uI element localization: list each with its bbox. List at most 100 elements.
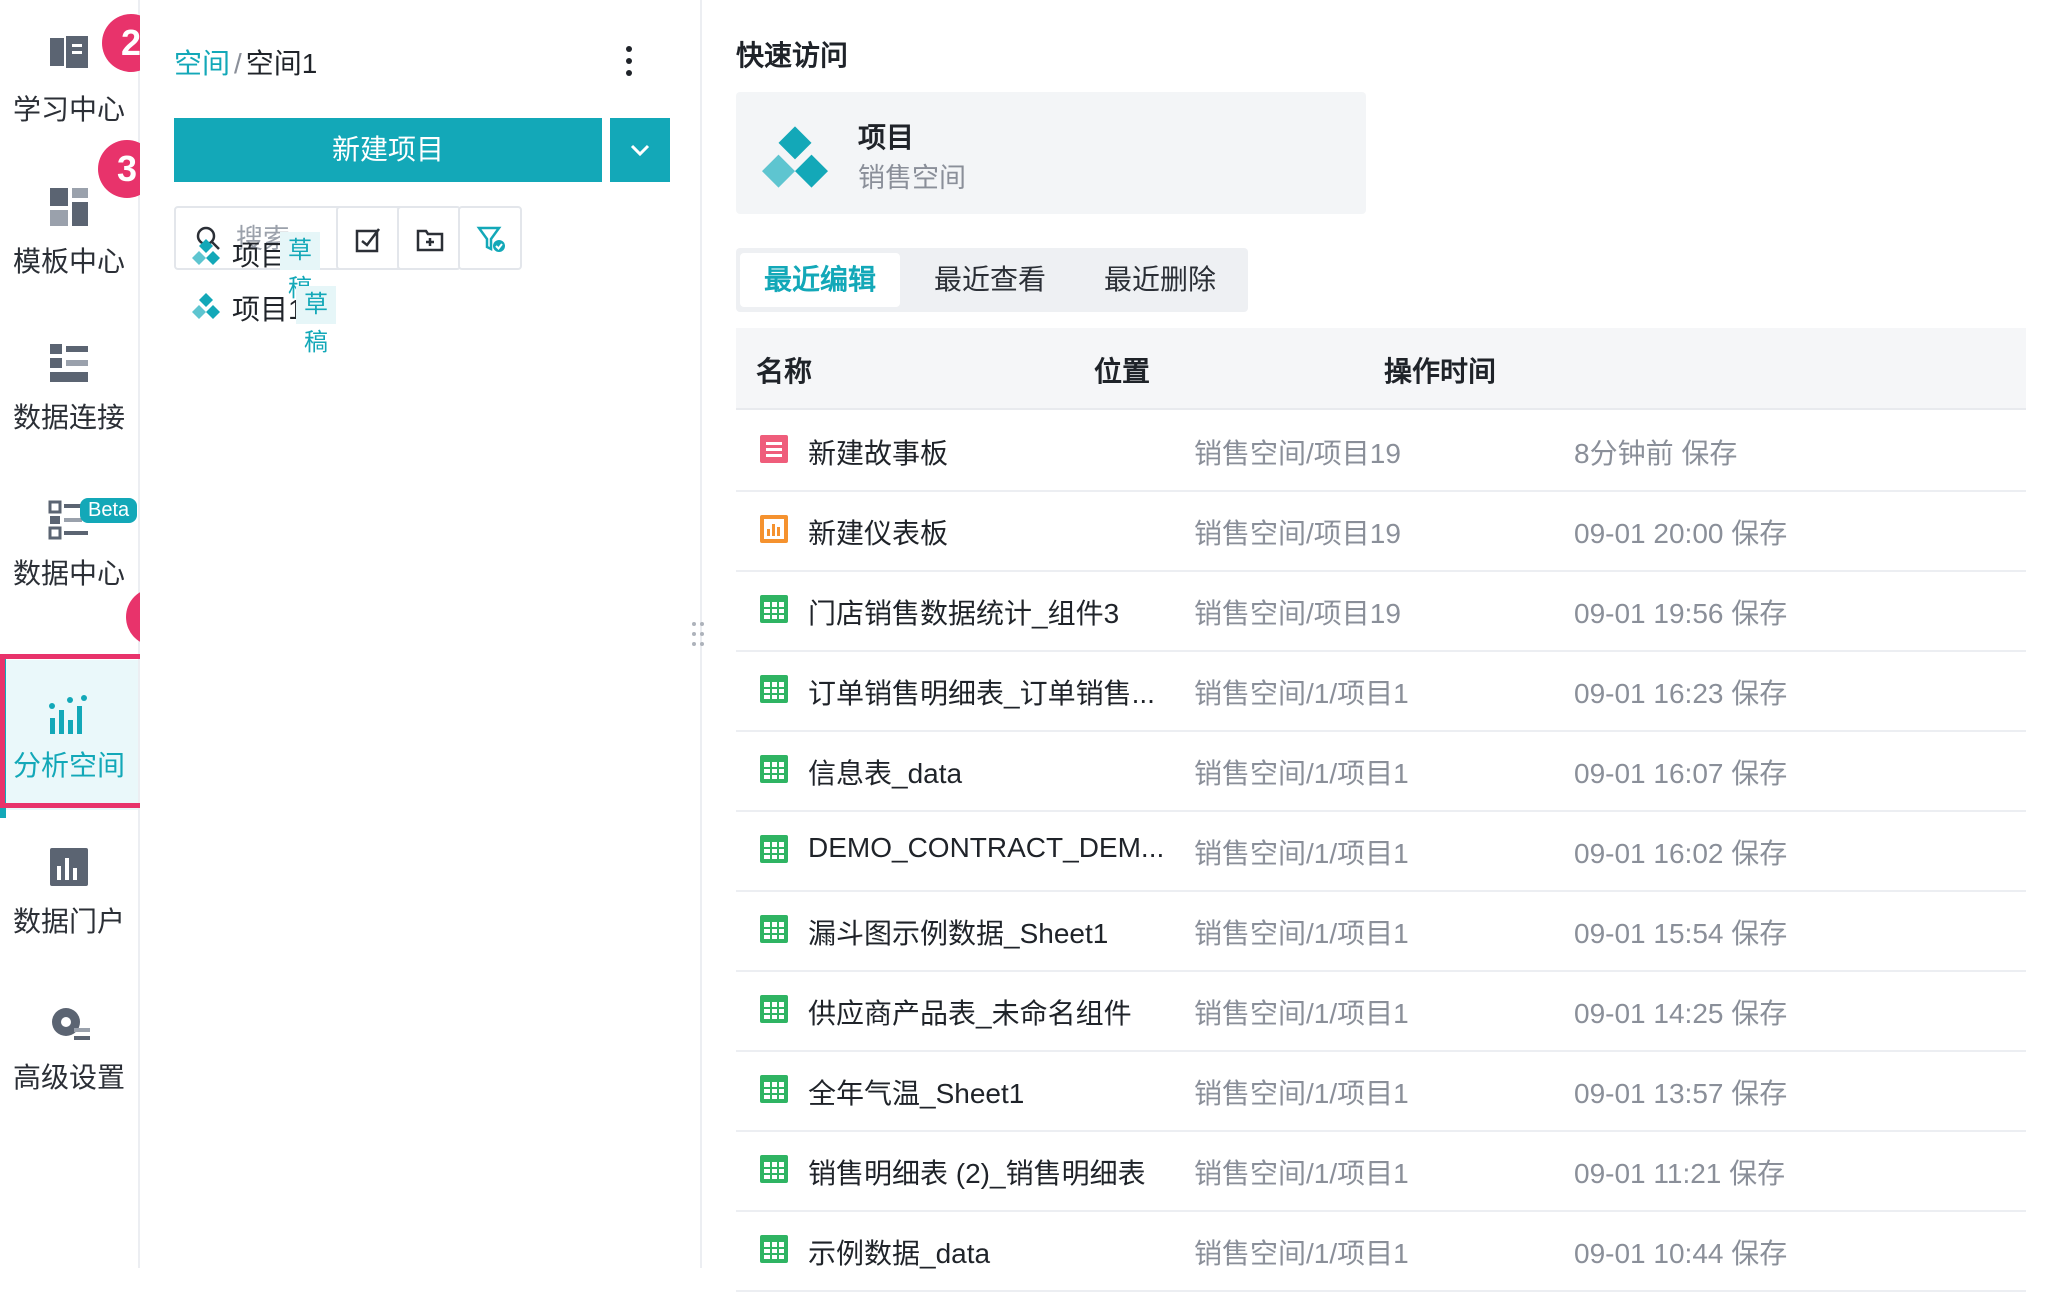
nav-label: 数据门户 — [12, 906, 125, 937]
row-time: 09-01 10:44 保存 — [1574, 1238, 1788, 1269]
column-header-name: 名称 — [756, 356, 813, 387]
chevron-down-icon — [630, 144, 650, 157]
table-header: 名称 位置 操作时间 — [736, 328, 2026, 410]
row-name: 供应商产品表_未命名组件 — [808, 998, 1132, 1029]
breadcrumb-separator: / — [234, 48, 242, 79]
row-name: 新建仪表板 — [808, 518, 949, 549]
breadcrumb: 空间 / 空间1 — [174, 42, 317, 82]
nav-item-advanced-settings[interactable]: 高级设置 — [0, 972, 138, 1122]
table-row[interactable]: 全年气温_Sheet1 销售空间/1/项目1 09-01 13:57 保存 — [736, 1050, 2026, 1132]
book-icon — [50, 36, 88, 68]
new-project-button[interactable]: 新建项目 — [174, 118, 602, 182]
row-time: 09-01 16:07 保存 — [1574, 758, 1788, 789]
table-icon — [760, 755, 788, 783]
row-name: 门店销售数据统计_组件3 — [808, 598, 1120, 629]
quick-access-title: 快速访问 — [736, 40, 849, 71]
table-icon — [760, 1235, 788, 1263]
row-time: 09-01 13:57 保存 — [1574, 1078, 1788, 1109]
table-row[interactable]: 门店销售数据统计_组件3 销售空间/项目19 09-01 19:56 保存 — [736, 570, 2026, 652]
quick-access-card[interactable]: 项目 销售空间 — [736, 92, 1366, 214]
row-time: 09-01 16:23 保存 — [1574, 678, 1788, 709]
nav-label: 学习中心 — [12, 94, 125, 125]
row-location: 销售空间/1/项目1 — [1194, 998, 1409, 1029]
table-icon — [760, 1075, 788, 1103]
row-name: 新建故事板 — [808, 438, 949, 469]
project-icon — [192, 293, 220, 319]
row-location: 销售空间/项目19 — [1194, 518, 1401, 549]
table-row[interactable]: 订单销售明细表_订单销售... 销售空间/1/项目1 09-01 16:23 保存 — [736, 650, 2026, 732]
table-row[interactable]: 供应商产品表_未命名组件 销售空间/1/项目1 09-01 14:25 保存 — [736, 970, 2026, 1052]
nav-item-data-connection[interactable]: 数据连接 — [0, 312, 138, 462]
breadcrumb-current[interactable]: 空间1 — [246, 48, 318, 79]
row-location: 销售空间/1/项目1 — [1194, 678, 1409, 709]
nav-item-data-center[interactable]: 数据中心 — [0, 468, 138, 618]
row-name: 订单销售明细表_订单销售... — [808, 678, 1155, 709]
row-name: 销售明细表 (2)_销售明细表 — [808, 1158, 1146, 1189]
filter-icon — [476, 226, 505, 252]
row-name: DEMO_CONTRACT_DEM... — [808, 832, 1165, 863]
nav-label: 数据中心 — [12, 558, 125, 589]
database-connect-icon — [50, 344, 88, 382]
row-location: 销售空间/项目19 — [1194, 598, 1401, 629]
nav-label: 高级设置 — [12, 1062, 125, 1093]
column-header-location: 位置 — [1094, 356, 1151, 387]
project-icon — [192, 239, 220, 265]
table-icon — [760, 915, 788, 943]
table-row[interactable]: 新建仪表板 销售空间/项目19 09-01 20:00 保存 — [736, 490, 2026, 572]
row-time: 09-01 19:56 保存 — [1574, 598, 1788, 629]
tab-recent-viewed[interactable]: 最近查看 — [910, 253, 1070, 307]
tree-item-label: 项目1 — [232, 294, 304, 325]
row-name: 全年气温_Sheet1 — [808, 1078, 1025, 1109]
nav-label: 数据连接 — [12, 402, 125, 433]
project-icon — [762, 126, 828, 188]
table-row[interactable]: 信息表_data 销售空间/1/项目1 09-01 16:07 保存 — [736, 730, 2026, 812]
table-icon — [760, 595, 788, 623]
main-content: 快速访问 项目 销售空间 最近编辑 最近查看 最近删除 名称 位置 操作时间 新… — [702, 0, 2060, 1292]
draft-tag: 草稿 — [280, 232, 320, 302]
more-options-icon[interactable] — [626, 46, 634, 76]
storyboard-icon — [760, 435, 788, 463]
annotation-box-nav — [0, 654, 152, 808]
table-icon — [760, 675, 788, 703]
project-tree-panel: 空间 / 空间1 新建项目 搜索 项目 草 项目1 草稿 — [140, 0, 702, 1268]
template-icon — [50, 188, 88, 226]
nav-item-data-portal[interactable]: 数据门户 — [0, 816, 138, 966]
row-time: 09-01 11:21 保存 — [1574, 1158, 1786, 1189]
row-location: 销售空间/项目19 — [1194, 438, 1401, 469]
table-row[interactable]: 漏斗图示例数据_Sheet1 销售空间/1/项目1 09-01 15:54 保存 — [736, 890, 2026, 972]
new-project-dropdown-button[interactable] — [610, 118, 670, 182]
nav-label: 模板中心 — [12, 246, 125, 277]
column-header-time: 操作时间 — [1384, 356, 1497, 387]
recent-tabs: 最近编辑 最近查看 最近删除 — [736, 248, 1248, 312]
table-row[interactable]: 示例数据_data 销售空间/1/项目1 09-01 10:44 保存 — [736, 1210, 2026, 1292]
portal-icon — [50, 848, 88, 886]
batch-select-button[interactable] — [336, 206, 400, 270]
row-time: 8分钟前 保存 — [1574, 438, 1738, 469]
table-icon — [760, 835, 788, 863]
quick-card-space: 销售空间 — [858, 163, 966, 193]
table-icon — [760, 1155, 788, 1183]
row-location: 销售空间/1/项目1 — [1194, 838, 1409, 869]
row-time: 09-01 14:25 保存 — [1574, 998, 1788, 1029]
row-time: 09-01 20:00 保存 — [1574, 518, 1788, 549]
breadcrumb-root[interactable]: 空间 — [174, 48, 230, 79]
checkbox-icon — [355, 228, 380, 253]
table-row[interactable]: DEMO_CONTRACT_DEM... 销售空间/1/项目1 09-01 16:0… — [736, 810, 2026, 892]
dashboard-icon — [760, 515, 788, 543]
table-row[interactable]: 新建故事板 销售空间/项目19 8分钟前 保存 — [736, 410, 2026, 492]
tab-recent-edited[interactable]: 最近编辑 — [740, 253, 900, 307]
draft-tag: 草稿 — [296, 286, 336, 356]
row-location: 销售空间/1/项目1 — [1194, 758, 1409, 789]
row-location: 销售空间/1/项目1 — [1194, 918, 1409, 949]
gear-icon — [52, 1008, 90, 1040]
row-name: 信息表_data — [808, 758, 963, 789]
folder-add-icon — [416, 229, 444, 252]
row-location: 销售空间/1/项目1 — [1194, 1238, 1409, 1269]
table-row[interactable]: 销售明细表 (2)_销售明细表 销售空间/1/项目1 09-01 11:21 保存 — [736, 1130, 2026, 1212]
row-location: 销售空间/1/项目1 — [1194, 1158, 1409, 1189]
row-name: 示例数据_data — [808, 1238, 991, 1269]
new-folder-button[interactable] — [397, 206, 461, 270]
quick-card-name: 项目 — [858, 122, 915, 153]
filter-button[interactable] — [458, 206, 522, 270]
tab-recent-deleted[interactable]: 最近删除 — [1080, 253, 1240, 307]
